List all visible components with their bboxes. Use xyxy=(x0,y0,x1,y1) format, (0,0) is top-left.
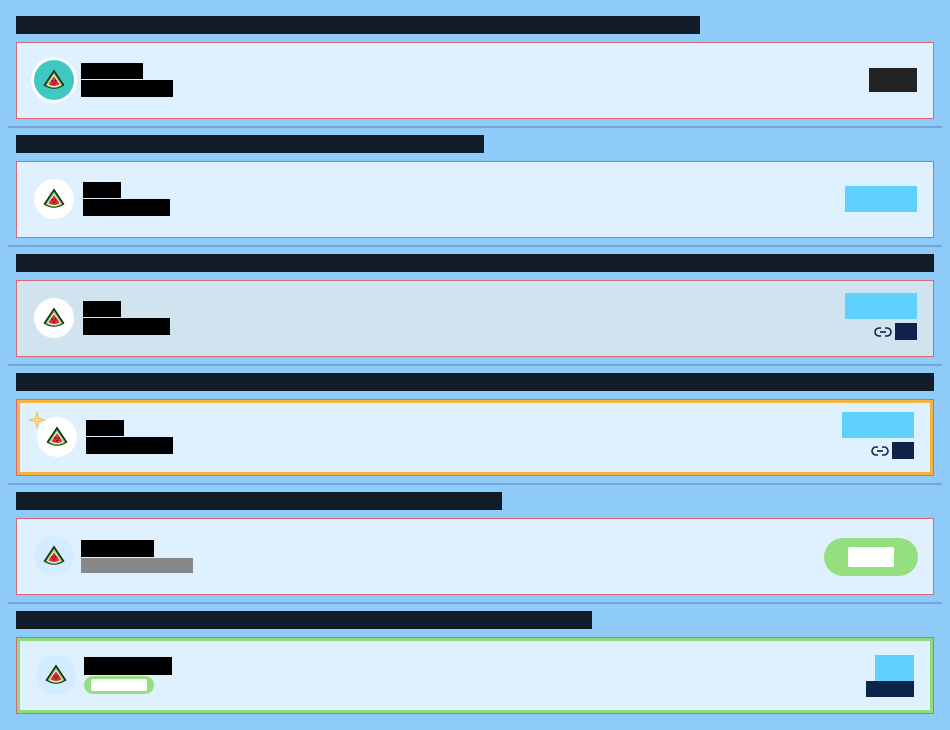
watermelon-icon xyxy=(43,423,71,451)
member-name xyxy=(83,182,121,198)
link-icon[interactable] xyxy=(871,444,889,458)
section-title xyxy=(16,16,700,34)
section-title xyxy=(16,254,934,272)
member-subtitle xyxy=(81,558,193,573)
member-action-button[interactable] xyxy=(845,186,917,212)
avatar xyxy=(34,536,74,576)
member-card[interactable] xyxy=(16,518,934,595)
member-action-label xyxy=(848,547,894,567)
avatar xyxy=(37,417,77,457)
divider xyxy=(8,364,942,366)
member-card[interactable] xyxy=(16,161,934,238)
watermelon-icon xyxy=(40,185,68,213)
member-action-button[interactable] xyxy=(875,655,914,681)
member-card-active[interactable] xyxy=(16,637,934,714)
member-secondary-label xyxy=(866,681,914,697)
section-title xyxy=(16,373,934,391)
divider xyxy=(8,483,942,485)
watermelon-icon xyxy=(40,542,68,570)
member-list xyxy=(0,0,950,730)
avatar xyxy=(36,655,76,695)
divider xyxy=(8,126,942,128)
member-name xyxy=(83,301,121,317)
divider xyxy=(8,245,942,247)
section-title xyxy=(16,611,592,629)
avatar xyxy=(34,60,74,100)
link-icon[interactable] xyxy=(874,325,892,339)
member-name xyxy=(86,420,124,436)
member-subtitle xyxy=(81,80,173,97)
member-subtitle xyxy=(86,437,173,454)
member-subtitle xyxy=(83,318,170,335)
member-badge-label xyxy=(91,679,147,691)
member-name xyxy=(81,63,143,79)
avatar xyxy=(34,298,74,338)
watermelon-icon xyxy=(40,66,68,94)
member-name xyxy=(84,657,172,675)
member-card-featured[interactable] xyxy=(16,399,934,476)
member-subtitle xyxy=(83,199,170,216)
link-label[interactable] xyxy=(892,442,914,459)
link-label[interactable] xyxy=(895,323,917,340)
section-title xyxy=(16,492,502,510)
member-card[interactable] xyxy=(16,42,934,119)
divider xyxy=(8,602,942,604)
member-action-pill[interactable] xyxy=(824,538,918,576)
avatar xyxy=(34,179,74,219)
watermelon-icon xyxy=(40,304,68,332)
section-title xyxy=(16,135,484,153)
member-card[interactable] xyxy=(16,280,934,357)
member-action-button[interactable] xyxy=(842,412,914,438)
member-name xyxy=(81,540,154,557)
member-badge xyxy=(84,676,154,694)
member-action-button[interactable] xyxy=(845,293,917,319)
watermelon-icon xyxy=(42,661,70,689)
member-action[interactable] xyxy=(869,68,917,92)
